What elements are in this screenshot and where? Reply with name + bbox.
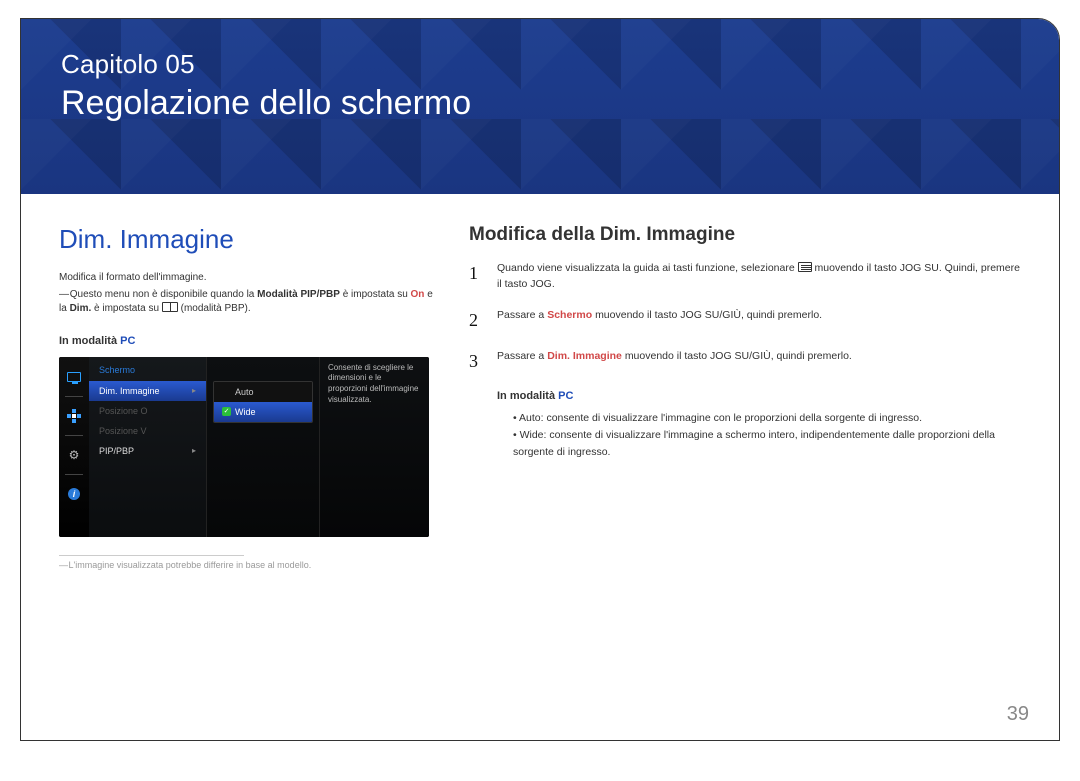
mode-label-right: In modalità PC: [497, 390, 1021, 402]
note-text: (modalità PBP).: [181, 303, 251, 314]
step-highlight-schermo: Schermo: [547, 309, 592, 321]
step-text-span: muovendo il tasto JOG SU/GIÙ, quindi pre…: [625, 350, 852, 362]
mode-label: In modalità PC: [59, 335, 439, 347]
options-list: Auto: consente di visualizzare l'immagin…: [513, 410, 1021, 460]
chapter-title: Regolazione dello schermo: [61, 84, 1019, 123]
page: Capitolo 05 Regolazione dello schermo Di…: [20, 18, 1060, 741]
note-text: è impostata su: [343, 289, 411, 300]
step-text-span: muovendo il tasto JOG SU/GIÙ, quindi pre…: [595, 309, 822, 321]
step-text: Passare a Dim. Immagine muovendo il tast…: [497, 348, 852, 376]
bullet-text: : consente di visualizzare l'immagine a …: [513, 429, 995, 458]
bullet-auto: Auto: consente di visualizzare l'immagin…: [513, 410, 1021, 427]
chapter-label: Capitolo 05: [61, 49, 1019, 80]
osd-sidebar: ⚙ i: [59, 357, 89, 537]
step-text-span: Quando viene visualizzata la guida ai ta…: [497, 262, 798, 274]
osd-screenshot: ⚙ i Schermo Dim. Immagine ▸ Posizione O P…: [59, 357, 429, 537]
note-bold-dim: Dim.: [70, 303, 92, 314]
note-bold-pipbp: Modalità PIP/PBP: [257, 289, 340, 300]
step-1: 1 Quando viene visualizzata la guida ai …: [469, 260, 1021, 293]
osd-option-auto: Auto: [214, 382, 312, 402]
osd-item-posizione-v: Posizione V: [89, 421, 206, 441]
osd-menu-title: Schermo: [89, 361, 206, 381]
mode-prefix: In modalità: [59, 335, 120, 347]
mode-pc: PC: [558, 390, 573, 402]
pbp-icon: [162, 302, 178, 312]
chevron-right-icon: ▸: [192, 446, 196, 455]
note-text: è impostata su: [94, 303, 162, 314]
left-column: Dim. Immagine Modifica il formato dell'i…: [59, 224, 439, 570]
right-heading: Modifica della Dim. Immagine: [469, 224, 1021, 246]
note-text: Questo menu non è disponibile quando la: [70, 289, 257, 300]
chapter-banner: Capitolo 05 Regolazione dello schermo: [21, 19, 1059, 194]
bullet-label: Auto: [519, 412, 541, 424]
osd-options-box: Auto ✓ Wide: [213, 381, 313, 423]
step-number: 1: [469, 260, 483, 293]
step-number: 2: [469, 307, 483, 335]
chevron-right-icon: ▸: [192, 386, 196, 395]
osd-item-label: PIP/PBP: [99, 446, 134, 456]
step-3: 3 Passare a Dim. Immagine muovendo il ta…: [469, 348, 1021, 376]
check-icon: ✓: [222, 407, 231, 416]
osd-description: Consente di scegliere le dimensioni e le…: [319, 357, 429, 537]
availability-note: Questo menu non è disponibile quando la …: [59, 288, 439, 317]
osd-submenu: Auto ✓ Wide: [207, 357, 319, 537]
section-heading: Dim. Immagine: [59, 224, 439, 255]
osd-item-pippbp: PIP/PBP ▸: [89, 441, 206, 461]
osd-item-label: Dim. Immagine: [99, 386, 160, 396]
monitor-icon: [63, 363, 85, 391]
osd-option-label: Wide: [235, 407, 256, 417]
bullet-label: Wide: [520, 429, 544, 441]
dpad-icon: [63, 402, 85, 430]
osd-option-wide: ✓ Wide: [214, 402, 312, 422]
osd-item-dim-immagine: Dim. Immagine ▸: [89, 381, 206, 401]
divider: [65, 396, 83, 397]
footnote-rule: [59, 555, 244, 556]
step-number: 3: [469, 348, 483, 376]
info-icon: i: [63, 480, 85, 508]
menu-icon: [798, 262, 812, 272]
intro-text: Modifica il formato dell'immagine.: [59, 271, 439, 286]
step-text: Quando viene visualizzata la guida ai ta…: [497, 260, 1021, 293]
step-text: Passare a Schermo muovendo il tasto JOG …: [497, 307, 822, 335]
osd-main-menu: Schermo Dim. Immagine ▸ Posizione O Posiz…: [89, 357, 207, 537]
bullet-wide: Wide: consente di visualizzare l'immagin…: [513, 427, 1021, 461]
mode-pc: PC: [120, 335, 135, 347]
right-column: Modifica della Dim. Immagine 1 Quando vi…: [469, 224, 1021, 570]
step-text-span: Passare a: [497, 309, 547, 321]
note-on: On: [411, 289, 425, 300]
bullet-text: : consente di visualizzare l'immagine co…: [541, 412, 922, 424]
step-text-span: Passare a: [497, 350, 547, 362]
osd-option-label: Auto: [235, 387, 254, 397]
content-area: Dim. Immagine Modifica il formato dell'i…: [21, 194, 1059, 570]
divider: [65, 474, 83, 475]
osd-item-posizione-o: Posizione O: [89, 401, 206, 421]
step-highlight-dim: Dim. Immagine: [547, 350, 622, 362]
step-2: 2 Passare a Schermo muovendo il tasto JO…: [469, 307, 1021, 335]
divider: [65, 435, 83, 436]
page-number: 39: [1007, 703, 1029, 726]
gear-icon: ⚙: [63, 441, 85, 469]
footnote: L'immagine visualizzata potrebbe differi…: [59, 560, 439, 570]
mode-prefix: In modalità: [497, 390, 558, 402]
